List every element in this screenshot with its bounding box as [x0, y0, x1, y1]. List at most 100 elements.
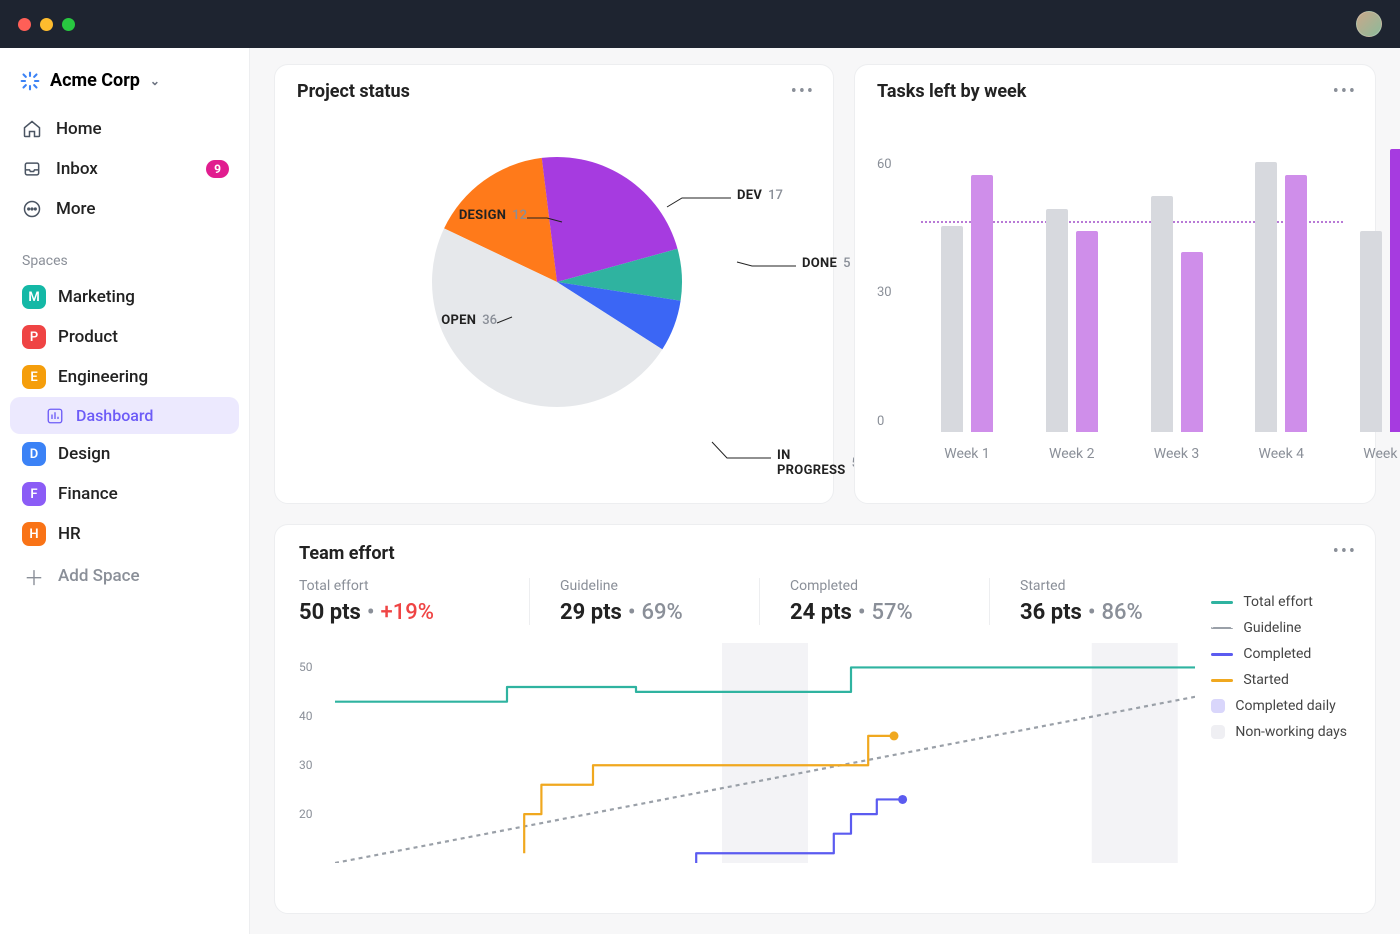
- bar-chart: 03060 Week 1Week 2Week 3Week 4Week 5: [877, 122, 1353, 462]
- card-menu-button[interactable]: •••: [791, 81, 815, 102]
- stat-total-effort: Total effort 50 pts•+19%: [299, 578, 529, 625]
- workspace-name: Acme Corp: [50, 70, 140, 91]
- pie-chart: DESIGN12DEV17DONE5IN PROGRESS5OPEN36: [297, 112, 811, 462]
- space-label: Finance: [58, 484, 118, 504]
- stat-value: 50 pts•+19%: [299, 600, 499, 625]
- space-label: Marketing: [58, 287, 135, 307]
- space-avatar: E: [22, 365, 46, 389]
- pie-label-in-progress: IN PROGRESS5: [777, 448, 859, 478]
- dashboard-icon: [46, 407, 64, 425]
- card-title: Team effort: [299, 543, 1351, 564]
- legend-guideline: Guideline: [1211, 615, 1347, 641]
- bar: [1390, 149, 1400, 432]
- sidebar: Acme Corp ⌄ Home Inbox 9 More Spaces M M…: [0, 48, 250, 934]
- stat-completed: Completed 24 pts•57%: [759, 578, 989, 625]
- bar: [1285, 175, 1307, 432]
- legend-total-effort: Total effort: [1211, 589, 1347, 615]
- bar-group: [1151, 196, 1211, 432]
- more-icon: [22, 199, 42, 219]
- inbox-icon: [22, 159, 42, 179]
- workspace-logo-icon: [20, 71, 40, 91]
- home-icon: [22, 119, 42, 139]
- y-tick: 0: [877, 414, 884, 429]
- nav-more-label: More: [56, 199, 95, 219]
- window-titlebar: [0, 0, 1400, 48]
- dashboard-label: Dashboard: [76, 406, 153, 425]
- bar: [1255, 162, 1277, 432]
- space-label: Engineering: [58, 367, 148, 387]
- inbox-badge: 9: [206, 160, 229, 178]
- stat-value: 36 pts•86%: [1020, 600, 1189, 625]
- pie-label-design: DESIGN12: [437, 208, 527, 223]
- card-menu-button[interactable]: •••: [1333, 81, 1357, 102]
- window-zoom-icon[interactable]: [62, 18, 75, 31]
- window-close-icon[interactable]: [18, 18, 31, 31]
- nav-home-label: Home: [56, 119, 102, 139]
- bar: [1046, 209, 1068, 432]
- bar-group: [1255, 162, 1315, 432]
- bar: [1151, 196, 1173, 432]
- user-avatar[interactable]: [1356, 11, 1382, 37]
- sidebar-space-marketing[interactable]: M Marketing: [10, 277, 239, 317]
- sidebar-dashboard[interactable]: Dashboard: [10, 397, 239, 434]
- card-title: Project status: [297, 81, 811, 102]
- x-label: Week 2: [1032, 446, 1112, 462]
- nav-home[interactable]: Home: [10, 109, 239, 149]
- space-label: HR: [58, 524, 81, 544]
- bar: [1076, 231, 1098, 432]
- pie-label-dev: DEV17: [737, 188, 783, 203]
- team-effort-stats: Total effort 50 pts•+19%Guideline 29 pts…: [299, 578, 1351, 625]
- stat-label: Guideline: [560, 578, 729, 594]
- main-content: Project status ••• DESIGN12 DEV17 DONE5 IN …: [250, 48, 1400, 934]
- y-tick: 60: [877, 157, 892, 172]
- space-avatar: D: [22, 442, 46, 466]
- bar: [941, 226, 963, 432]
- nav-more[interactable]: More: [10, 189, 239, 229]
- pie-label-done: DONE5: [802, 256, 851, 271]
- chevron-down-icon: ⌄: [150, 74, 160, 88]
- sidebar-space-finance[interactable]: F Finance: [10, 474, 239, 514]
- y-tick: 40: [299, 709, 313, 723]
- stat-value: 24 pts•57%: [790, 600, 959, 625]
- stat-label: Started: [1020, 578, 1189, 594]
- bar-group: [941, 175, 1001, 432]
- pie-label-open: OPEN36: [407, 313, 497, 328]
- space-avatar: F: [22, 482, 46, 506]
- sidebar-space-design[interactable]: D Design: [10, 434, 239, 474]
- bar-group: [1360, 149, 1400, 432]
- y-tick: 30: [299, 758, 313, 772]
- y-tick: 50: [299, 660, 313, 674]
- x-label: Week 4: [1241, 446, 1321, 462]
- nav-inbox[interactable]: Inbox 9: [10, 149, 239, 189]
- workspace-switcher[interactable]: Acme Corp ⌄: [10, 62, 239, 99]
- x-label: Week 1: [927, 446, 1007, 462]
- sidebar-space-engineering[interactable]: E Engineering: [10, 357, 239, 397]
- stat-label: Completed: [790, 578, 959, 594]
- card-team-effort: Team effort ••• Total effort 50 pts•+19%…: [274, 524, 1376, 914]
- space-avatar: P: [22, 325, 46, 349]
- y-tick: 20: [299, 807, 313, 821]
- space-avatar: H: [22, 522, 46, 546]
- x-label: Week 3: [1137, 446, 1217, 462]
- stat-label: Total effort: [299, 578, 499, 594]
- add-space-label: Add Space: [58, 566, 140, 586]
- card-project-status: Project status ••• DESIGN12DEV17DONE5IN …: [274, 64, 834, 504]
- card-menu-button[interactable]: •••: [1333, 541, 1357, 562]
- stat-guideline: Guideline 29 pts•69%: [529, 578, 759, 625]
- window-controls: [18, 18, 75, 31]
- bar: [971, 175, 993, 432]
- stat-started: Started 36 pts•86%: [989, 578, 1219, 625]
- y-tick: 30: [877, 285, 892, 300]
- bar: [1360, 231, 1382, 432]
- line-chart: 20 30 40 50: [299, 643, 1351, 873]
- space-label: Product: [58, 327, 118, 347]
- sidebar-space-product[interactable]: P Product: [10, 317, 239, 357]
- x-label: Week 5: [1346, 446, 1400, 462]
- nav-inbox-label: Inbox: [56, 159, 98, 179]
- window-minimize-icon[interactable]: [40, 18, 53, 31]
- add-space-button[interactable]: ＋ Add Space: [10, 554, 239, 598]
- sidebar-space-hr[interactable]: H HR: [10, 514, 239, 554]
- card-title: Tasks left by week: [877, 81, 1353, 102]
- card-tasks-left: Tasks left by week ••• 0 30 60 Week 1 Week …: [854, 64, 1376, 504]
- stat-value: 29 pts•69%: [560, 600, 729, 625]
